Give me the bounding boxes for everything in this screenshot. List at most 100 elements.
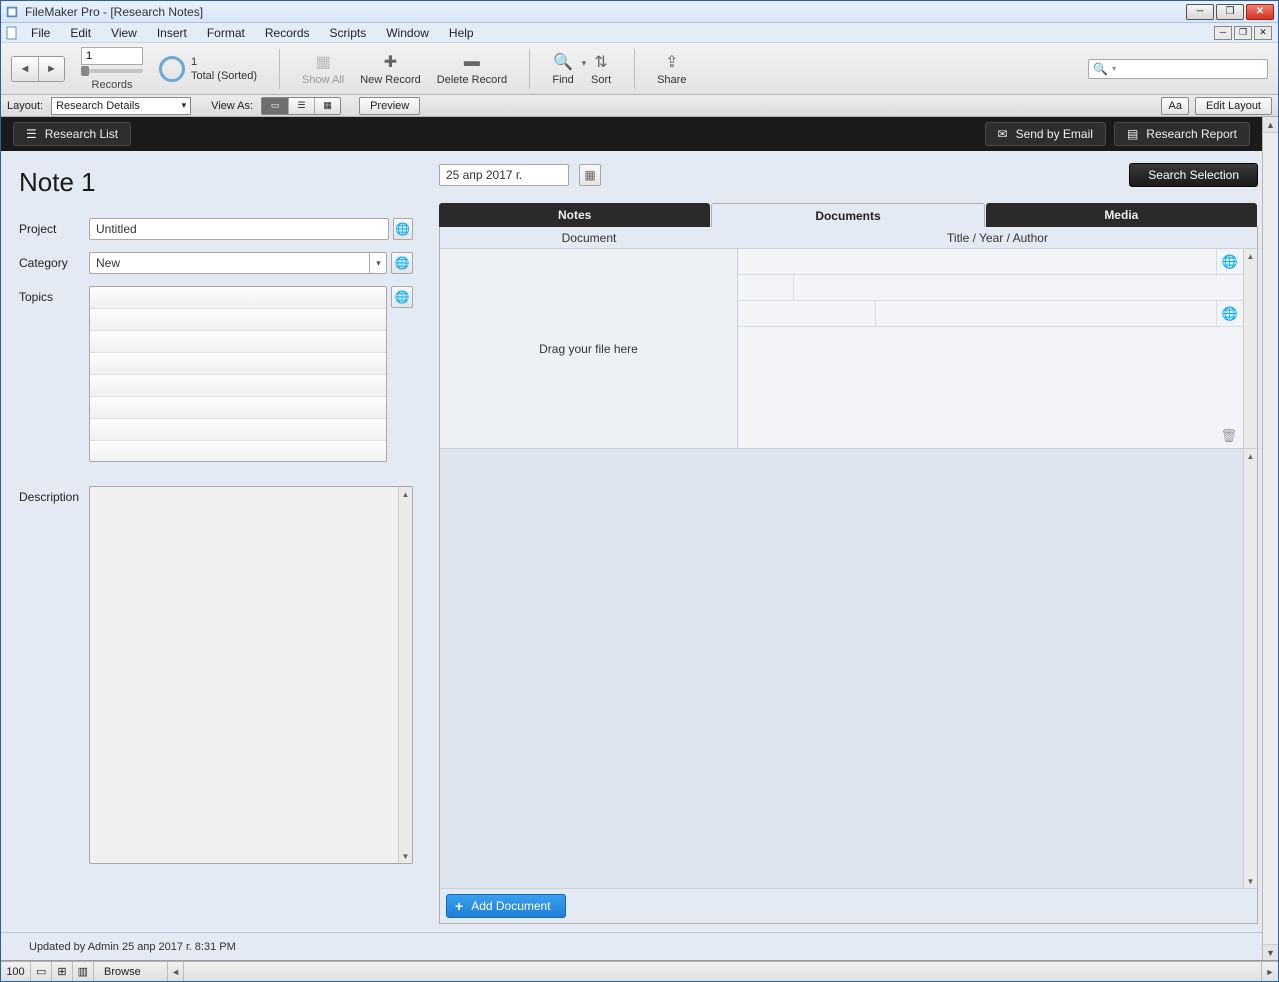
document-row: Drag your file here 🌐 🌐 🗑 ▲ [440,249,1257,449]
details-pane: Note 1 Project 🌐 Category [1,151,431,932]
topic-row[interactable] [90,397,386,419]
app-icon [5,5,19,19]
hscroll-track[interactable] [184,962,1262,981]
topic-row[interactable] [90,375,386,397]
add-document-button[interactable]: + Add Document [446,894,566,918]
find-button[interactable]: 🔍 Find [552,52,574,86]
scroll-up-icon[interactable]: ▲ [1244,449,1257,463]
show-all-button[interactable]: ▦ Show All [302,52,344,86]
menu-format[interactable]: Format [197,24,255,42]
view-list-button[interactable]: ☰ [288,98,314,114]
search-icon: 🔍 [1093,62,1108,76]
project-globe-button[interactable]: 🌐 [393,218,413,240]
calendar-button[interactable]: ▦ [579,164,601,186]
record-number-input[interactable] [81,47,143,65]
aa-button[interactable]: Aa [1161,97,1188,115]
tab-documents[interactable]: Documents [711,203,984,227]
date-input[interactable]: 25 апр 2017 г. [439,164,569,186]
hscroll-right-button[interactable]: ► [1262,962,1278,981]
menu-file[interactable]: File [21,24,60,42]
menu-help[interactable]: Help [439,24,484,42]
sort-button[interactable]: ⇅ Sort [590,52,612,86]
mdi-close-button[interactable]: ✕ [1254,26,1272,40]
file-drop-zone[interactable]: Drag your file here [440,249,738,448]
research-report-button[interactable]: ▤ Research Report [1114,122,1250,146]
content-scrollbar[interactable]: ▲ ▼ [1262,117,1278,960]
preview-button[interactable]: Preview [359,97,420,115]
record-count-label: Total (Sorted) [191,69,257,83]
next-record-button[interactable]: ► [38,57,64,81]
document-meta: 🌐 🌐 🗑 [738,249,1243,448]
menu-bar: File Edit View Insert Format Records Scr… [1,23,1278,43]
document-preview: ▲ ▼ [440,449,1257,889]
window-maximize-button[interactable]: ❐ [1216,4,1244,20]
topic-row[interactable] [90,441,386,462]
preview-scrollbar[interactable]: ▲ ▼ [1243,449,1257,888]
quick-search-input[interactable]: 🔍 ▾ [1088,59,1268,79]
topic-row[interactable] [90,419,386,441]
window-minimize-button[interactable]: ─ [1186,4,1214,20]
mdi-restore-button[interactable]: ❐ [1234,26,1252,40]
chevron-down-icon[interactable]: ▾ [369,252,387,274]
mode-label[interactable]: Browse [94,962,168,981]
menu-edit[interactable]: Edit [60,24,101,42]
menu-window[interactable]: Window [376,24,439,42]
view-table-button[interactable]: ▦ [314,98,340,114]
share-button[interactable]: ⇪ Share [657,52,686,86]
scroll-down-icon[interactable]: ▼ [1263,944,1278,960]
layout-select[interactable]: Research Details▾ [51,97,191,115]
scroll-down-icon[interactable]: ▼ [1244,874,1257,888]
topic-row[interactable] [90,353,386,375]
tab-media[interactable]: Media [986,203,1257,227]
delete-record-button[interactable]: ▬ Delete Record [437,52,507,86]
scroll-up-icon[interactable]: ▲ [1244,249,1257,263]
show-all-icon: ▦ [312,52,334,72]
author-globe-button[interactable]: 🌐 [1217,301,1243,326]
menu-records[interactable]: Records [255,24,320,42]
hscroll-left-button[interactable]: ◄ [168,962,184,981]
category-globe-button[interactable]: 🌐 [391,252,413,274]
menu-view[interactable]: View [101,24,147,42]
delete-document-button[interactable]: 🗑 [1220,428,1237,444]
doc-row-scrollbar[interactable]: ▲ [1243,249,1257,448]
scroll-up-icon[interactable]: ▲ [399,487,412,501]
scroll-down-icon[interactable]: ▼ [399,849,412,863]
description-textarea[interactable]: ▲ ▼ [89,486,413,864]
topic-row[interactable] [90,331,386,353]
plus-icon: + [455,898,463,914]
topics-list[interactable] [89,286,387,462]
topic-row[interactable] [90,309,386,331]
tab-notes[interactable]: Notes [439,203,710,227]
toggle-status-button[interactable]: ▥ [73,962,94,981]
zoom-out-button[interactable]: ▭ [31,962,52,981]
globe-icon: 🌐 [395,290,410,304]
document-icon [5,26,19,40]
description-scrollbar[interactable]: ▲ ▼ [398,487,412,863]
view-form-button[interactable]: ▭ [262,98,288,114]
mdi-minimize-button[interactable]: ─ [1214,26,1232,40]
category-select[interactable] [89,252,387,274]
project-input[interactable] [89,218,389,240]
topics-globe-button[interactable]: 🌐 [391,286,413,308]
globe-icon: 🌐 [395,222,410,236]
zoom-value[interactable]: 100 [1,962,31,981]
prev-record-button[interactable]: ◄ [12,57,38,81]
topic-row[interactable] [90,287,386,309]
search-selection-button[interactable]: Search Selection [1129,163,1258,187]
description-label: Description [19,486,89,504]
record-count-value: 1 [191,55,257,69]
menu-insert[interactable]: Insert [147,24,197,42]
scroll-up-icon[interactable]: ▲ [1263,117,1278,133]
window-close-button[interactable]: ✕ [1246,4,1274,20]
record-slider[interactable] [81,69,143,73]
note-title: Note 1 [19,167,413,198]
send-email-button[interactable]: ✉ Send by Email [985,122,1106,146]
zoom-in-button[interactable]: ⊞ [52,962,72,981]
research-list-button[interactable]: ☰ Research List [13,122,131,146]
title-globe-button[interactable]: 🌐 [1217,249,1243,274]
edit-layout-button[interactable]: Edit Layout [1195,97,1272,115]
tab-bar: Notes Documents Media [439,203,1258,227]
menu-scripts[interactable]: Scripts [320,24,377,42]
search-dropdown-icon: ▾ [1112,64,1116,73]
new-record-button[interactable]: ✚ New Record [360,52,421,86]
